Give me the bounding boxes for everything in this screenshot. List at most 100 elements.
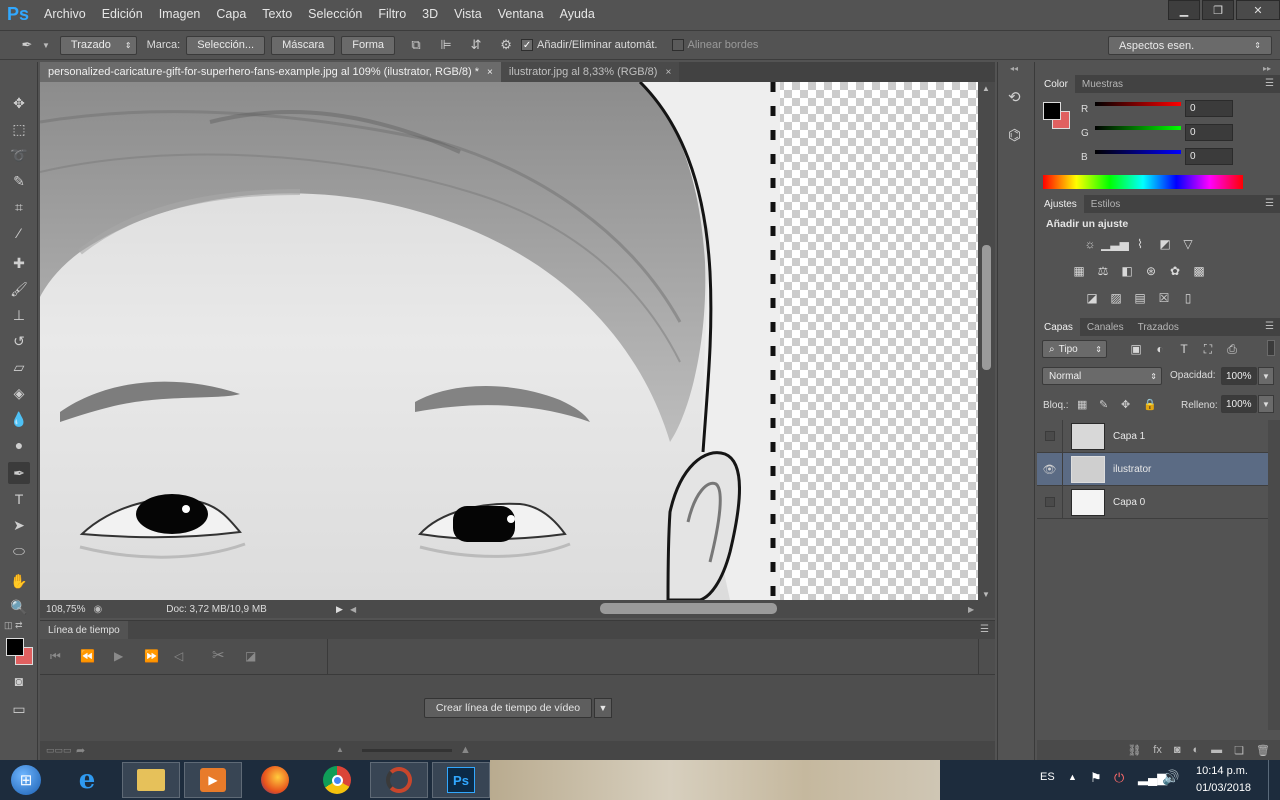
filter-type-icon[interactable]: T bbox=[1175, 341, 1193, 357]
link-layers-icon[interactable]: ⛓ bbox=[1127, 744, 1141, 757]
clone-stamp-tool-icon[interactable]: ⊥ bbox=[8, 304, 30, 326]
file-explorer-taskbar-item[interactable] bbox=[122, 762, 180, 798]
play-icon[interactable]: ▶ bbox=[114, 649, 123, 663]
panel-menu-icon[interactable]: ☰ bbox=[1265, 321, 1274, 332]
vibrance-icon[interactable]: ▽ bbox=[1179, 236, 1197, 252]
zoom-tool-icon[interactable]: 🔍 bbox=[8, 596, 30, 618]
chevron-down-icon[interactable]: ▼ bbox=[1258, 395, 1274, 413]
lock-pixels-icon[interactable]: ✎ bbox=[1099, 398, 1108, 411]
menu-filtro[interactable]: Filtro bbox=[370, 0, 414, 28]
filter-toggle[interactable] bbox=[1267, 340, 1275, 356]
filter-pixel-icon[interactable]: ▣ bbox=[1127, 341, 1145, 357]
chevron-down-icon[interactable]: ▼ bbox=[594, 698, 612, 718]
chrome-taskbar-item[interactable] bbox=[308, 762, 366, 798]
path-arrangement-icon[interactable]: ⇵ bbox=[467, 36, 485, 54]
go-to-first-frame-icon[interactable]: ⏮ bbox=[50, 649, 61, 664]
crop-tool-icon[interactable]: ⌗ bbox=[8, 196, 30, 218]
scroll-up-arrow-icon[interactable]: ▲ bbox=[982, 84, 990, 93]
mask-button[interactable]: Máscara bbox=[271, 35, 336, 55]
power-icon[interactable]: ⏻ bbox=[1114, 770, 1124, 786]
horizontal-scroll-thumb[interactable] bbox=[600, 603, 777, 614]
internet-explorer-taskbar-item[interactable]: e bbox=[58, 762, 116, 798]
pen-tool-preset-icon[interactable]: ✒ bbox=[18, 36, 36, 54]
tab-adjustments[interactable]: Ajustes bbox=[1037, 195, 1084, 213]
hand-tool-icon[interactable]: ✋ bbox=[8, 570, 30, 592]
path-operations-icon[interactable]: ⧉ bbox=[407, 36, 425, 54]
scroll-left-arrow-icon[interactable]: ◀ bbox=[350, 605, 356, 614]
status-menu-arrow-icon[interactable]: ▶ bbox=[336, 604, 343, 615]
clock-date[interactable]: 01/03/2018 bbox=[1196, 782, 1251, 794]
eraser-tool-icon[interactable]: ▱ bbox=[8, 356, 30, 378]
previous-frame-icon[interactable]: ⏪ bbox=[80, 649, 95, 663]
menu-capa[interactable]: Capa bbox=[208, 0, 254, 28]
marquee-tool-icon[interactable]: ⬚ bbox=[8, 118, 30, 140]
layer-visibility-toggle[interactable] bbox=[1037, 485, 1063, 519]
hue-saturation-icon[interactable]: ▦ bbox=[1070, 263, 1088, 279]
tab-styles[interactable]: Estilos bbox=[1084, 195, 1127, 213]
green-value-input[interactable]: 0 bbox=[1185, 124, 1233, 141]
layer-visibility-toggle[interactable] bbox=[1037, 419, 1063, 453]
menu-3d[interactable]: 3D bbox=[414, 0, 446, 28]
pen-tool-icon[interactable]: ✒ bbox=[8, 462, 30, 484]
lock-all-icon[interactable]: 🔒 bbox=[1143, 398, 1157, 411]
new-adjustment-icon[interactable]: ◐ bbox=[1193, 744, 1200, 756]
properties-panel-icon[interactable]: ⌬ bbox=[1008, 126, 1021, 144]
tab-swatches[interactable]: Muestras bbox=[1075, 75, 1130, 93]
fx-icon[interactable]: fx bbox=[1153, 744, 1162, 756]
ellipse-tool-icon[interactable]: ⬭ bbox=[8, 540, 30, 562]
filter-smart-object-icon[interactable]: ⎙ bbox=[1223, 341, 1241, 357]
audio-icon[interactable]: ◁ bbox=[174, 649, 183, 663]
photo-filter-icon[interactable]: ⊛ bbox=[1142, 263, 1160, 279]
menu-vista[interactable]: Vista bbox=[446, 0, 490, 28]
show-desktop-button[interactable] bbox=[1268, 760, 1280, 800]
green-slider[interactable] bbox=[1095, 126, 1181, 130]
panel-menu-icon[interactable]: ☰ bbox=[1265, 78, 1274, 89]
move-tool-icon[interactable]: ✥ bbox=[8, 92, 30, 114]
status-info-icon[interactable]: ◉ bbox=[93, 604, 102, 615]
red-value-input[interactable]: 0 bbox=[1185, 100, 1233, 117]
shape-button[interactable]: Forma bbox=[341, 35, 396, 55]
layer-row[interactable]: 👁 ilustrator bbox=[1037, 452, 1268, 486]
quick-selection-tool-icon[interactable]: ✎ bbox=[8, 170, 30, 192]
restore-button[interactable]: ❐ bbox=[1202, 0, 1234, 20]
language-indicator[interactable]: ES bbox=[1040, 771, 1055, 783]
lock-position-icon[interactable]: ✥ bbox=[1121, 398, 1130, 411]
brightness-contrast-icon[interactable]: ☼ bbox=[1081, 236, 1099, 252]
scroll-right-arrow-icon[interactable]: ▶ bbox=[968, 605, 974, 614]
filter-shape-icon[interactable]: ⛶ bbox=[1199, 341, 1217, 357]
screen-mode-icon[interactable]: ▭ bbox=[8, 698, 30, 720]
render-video-icon[interactable]: ➦ bbox=[76, 744, 85, 757]
zoom-slider[interactable] bbox=[362, 749, 452, 752]
zoom-out-icon[interactable]: ▲ bbox=[336, 745, 344, 754]
color-balance-icon[interactable]: ⚖ bbox=[1094, 263, 1112, 279]
auto-add-delete-checkbox[interactable]: ✓ bbox=[521, 39, 534, 51]
menu-texto[interactable]: Texto bbox=[254, 0, 300, 28]
zoom-in-icon[interactable]: ▲ bbox=[460, 744, 471, 756]
minimize-button[interactable]: ▁ bbox=[1168, 0, 1200, 20]
align-edges-checkbox[interactable] bbox=[671, 39, 684, 51]
tab-paths[interactable]: Trazados bbox=[1131, 318, 1186, 336]
new-group-icon[interactable]: ▬ bbox=[1211, 744, 1222, 756]
default-colors-icon[interactable]: ◫ ⇄ bbox=[4, 620, 23, 631]
panel-menu-icon[interactable]: ☰ bbox=[1265, 198, 1274, 209]
clock-time[interactable]: 10:14 p.m. bbox=[1196, 765, 1248, 777]
document-canvas[interactable] bbox=[40, 82, 978, 600]
close-icon[interactable]: × bbox=[487, 67, 493, 78]
history-brush-tool-icon[interactable]: ↺ bbox=[8, 330, 30, 352]
red-slider[interactable] bbox=[1095, 102, 1181, 106]
selection-button[interactable]: Selección... bbox=[186, 35, 266, 55]
frame-mode-icon[interactable]: ▭▭▭ bbox=[46, 745, 72, 756]
close-window-button[interactable]: ✕ bbox=[1236, 0, 1280, 20]
tool-mode-select[interactable]: Trazado ⇕ bbox=[59, 35, 137, 55]
exposure-icon[interactable]: ◩ bbox=[1156, 236, 1174, 252]
dodge-tool-icon[interactable]: ● bbox=[8, 434, 30, 456]
scissors-icon[interactable]: ✂ bbox=[212, 646, 225, 664]
collapse-arrows-icon[interactable]: ◂◂ bbox=[1010, 64, 1018, 73]
blue-value-input[interactable]: 0 bbox=[1185, 148, 1233, 165]
brush-tool-icon[interactable]: 🖌 bbox=[8, 278, 30, 300]
start-button[interactable]: ⊞ bbox=[0, 762, 52, 798]
path-alignment-icon[interactable]: ⊫ bbox=[437, 36, 455, 54]
close-icon[interactable]: × bbox=[665, 67, 671, 78]
expand-arrows-icon[interactable]: ▸▸ bbox=[1263, 64, 1271, 73]
action-center-flag-icon[interactable]: ⚑ bbox=[1090, 770, 1102, 786]
